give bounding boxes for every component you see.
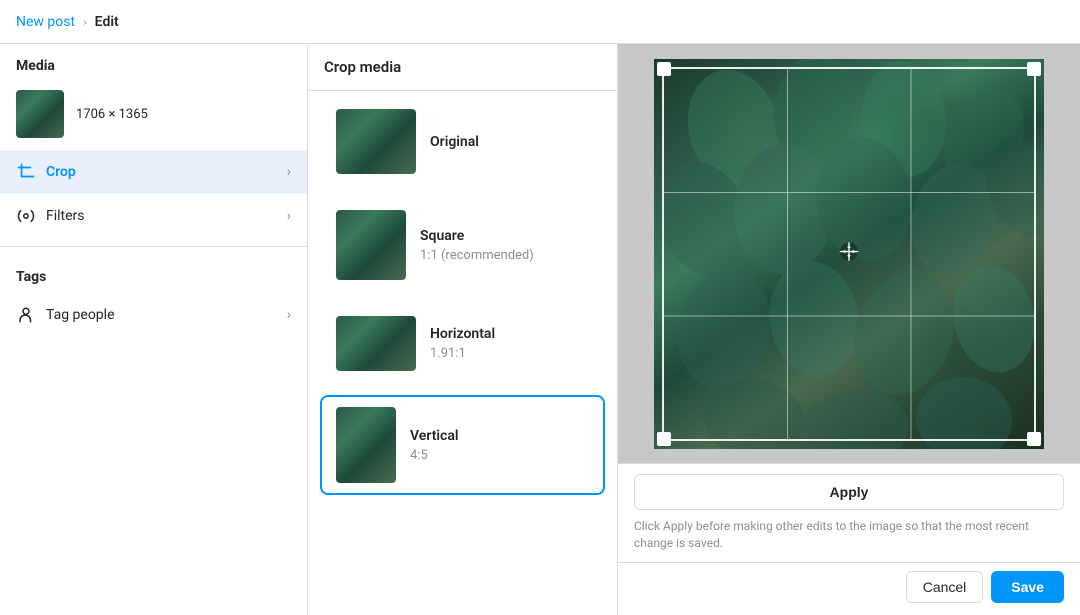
breadcrumb-link[interactable]: New post <box>16 14 75 30</box>
handle-top-right[interactable] <box>1027 62 1041 76</box>
crop-overlay[interactable] <box>662 67 1036 441</box>
handle-top-left[interactable] <box>657 62 671 76</box>
nav-crop-chevron: › <box>287 164 291 180</box>
handle-bottom-left[interactable] <box>657 432 671 446</box>
media-thumb-image <box>16 90 64 138</box>
nav-item-filters-left: Filters <box>16 206 85 226</box>
media-dimensions: 1706 × 1365 <box>76 107 148 122</box>
footer-actions: Cancel Save <box>618 562 1080 615</box>
handle-bottom-right[interactable] <box>1027 432 1041 446</box>
crop-name-vertical: Vertical <box>410 428 459 444</box>
crop-thumb-original <box>336 109 416 174</box>
breadcrumb-separator: › <box>83 15 87 29</box>
crop-option-square[interactable]: Square 1:1 (recommended) <box>320 198 605 292</box>
media-section-title: Media <box>0 44 307 82</box>
nav-tag-chevron: › <box>287 307 291 323</box>
crop-thumb-vertical <box>336 407 396 483</box>
crop-name-original: Original <box>430 134 479 150</box>
main-layout: Media 1706 × 1365 Crop › <box>0 44 1080 615</box>
right-panel: Apply Click Apply before making other ed… <box>618 44 1080 615</box>
nav-tag-people-label: Tag people <box>46 307 115 323</box>
media-item: 1706 × 1365 <box>0 82 307 150</box>
nav-filters-chevron: › <box>287 208 291 224</box>
crop-name-square: Square <box>420 228 534 244</box>
bottom-action-area: Apply Click Apply before making other ed… <box>618 463 1080 615</box>
apply-section: Apply Click Apply before making other ed… <box>618 464 1080 562</box>
left-panel: Media 1706 × 1365 Crop › <box>0 44 308 615</box>
crop-info-vertical: Vertical 4:5 <box>410 428 459 463</box>
crop-thumb-horizontal <box>336 316 416 371</box>
image-canvas[interactable] <box>654 59 1044 449</box>
filters-icon <box>16 206 36 226</box>
image-area <box>618 44 1080 463</box>
move-icon <box>838 240 860 267</box>
crop-ratio-horizontal: 1.91:1 <box>430 346 495 361</box>
breadcrumb-current: Edit <box>95 14 119 30</box>
nav-item-tag-people-left: Tag people <box>16 305 115 325</box>
nav-filters-label: Filters <box>46 208 85 224</box>
cancel-button[interactable]: Cancel <box>906 571 984 603</box>
nav-crop-label: Crop <box>46 164 76 180</box>
crop-option-original[interactable]: Original <box>320 97 605 186</box>
crop-info-square: Square 1:1 (recommended) <box>420 228 534 263</box>
divider <box>0 246 307 247</box>
apply-note: Click Apply before making other edits to… <box>634 518 1064 552</box>
tags-section-title: Tags <box>0 255 307 293</box>
nav-item-filters[interactable]: Filters › <box>0 194 307 238</box>
crop-option-vertical[interactable]: Vertical 4:5 <box>320 395 605 495</box>
crop-info-original: Original <box>430 134 479 150</box>
crop-option-horizontal[interactable]: Horizontal 1.91:1 <box>320 304 605 383</box>
crop-ratio-square: 1:1 (recommended) <box>420 248 534 263</box>
crop-ratio-vertical: 4:5 <box>410 448 459 463</box>
crop-icon <box>16 162 36 182</box>
topbar: New post › Edit <box>0 0 1080 44</box>
crop-info-horizontal: Horizontal 1.91:1 <box>430 326 495 361</box>
apply-button[interactable]: Apply <box>634 474 1064 510</box>
crop-media-title: Crop media <box>308 44 617 91</box>
middle-panel: Crop media Original Square 1:1 (recommen… <box>308 44 618 615</box>
media-thumbnail <box>16 90 64 138</box>
nav-item-crop[interactable]: Crop › <box>0 150 307 194</box>
nav-item-tag-people[interactable]: Tag people › <box>0 293 307 337</box>
save-button[interactable]: Save <box>991 571 1064 603</box>
nav-item-crop-left: Crop <box>16 162 76 182</box>
tag-people-icon <box>16 305 36 325</box>
crop-name-horizontal: Horizontal <box>430 326 495 342</box>
crop-thumb-square <box>336 210 406 280</box>
